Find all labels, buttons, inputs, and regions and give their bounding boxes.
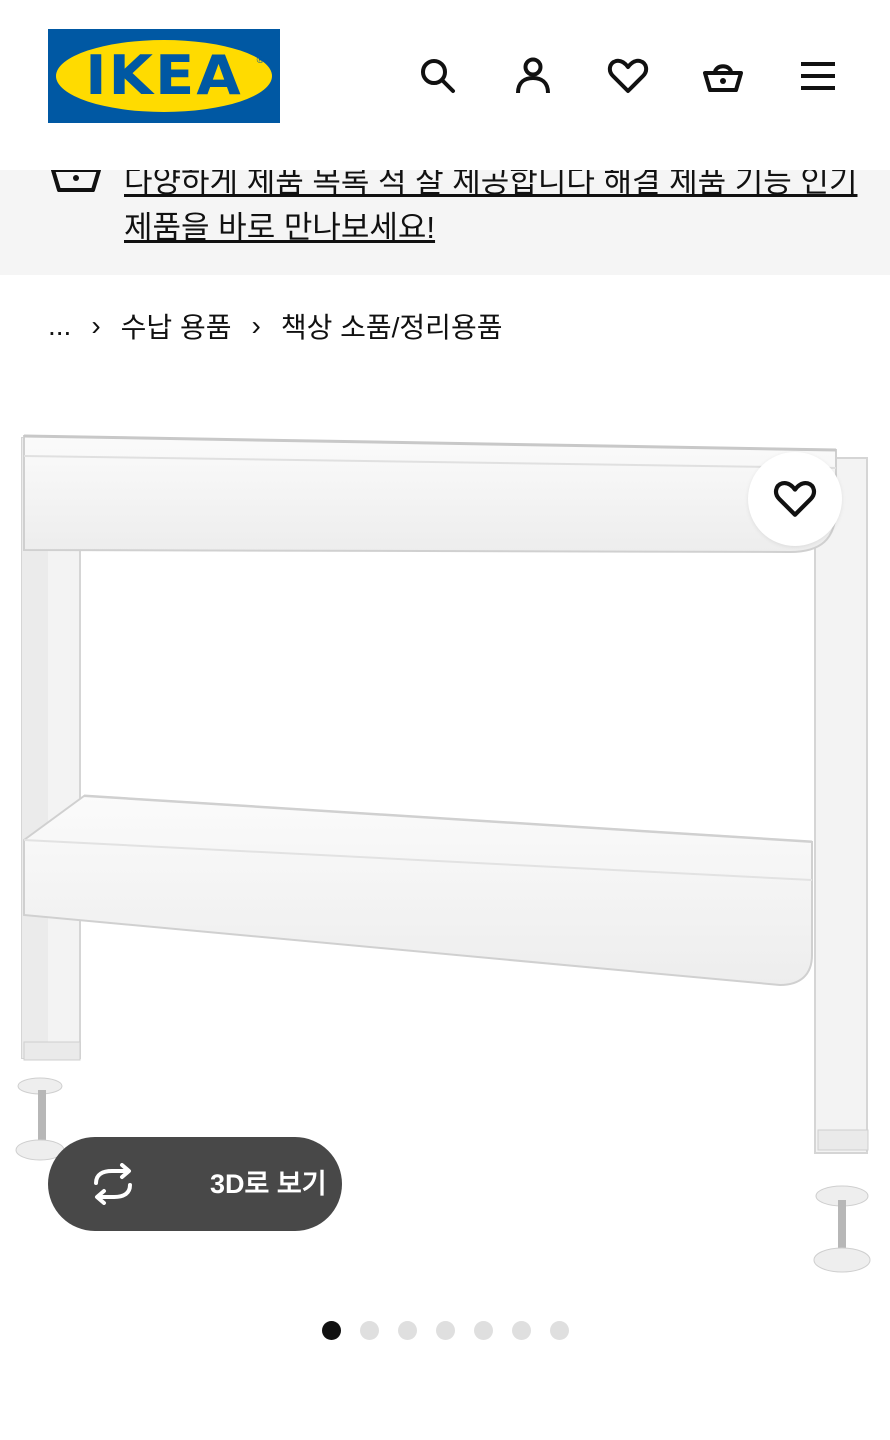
breadcrumb-ellipsis[interactable]: ...	[48, 310, 71, 342]
menu-icon	[801, 62, 835, 90]
heart-icon	[607, 58, 649, 93]
view-3d-button[interactable]: 3D로 보기	[48, 1137, 342, 1231]
promo-banner-text-line2[interactable]: 제품을 바로 만나보세요!	[124, 202, 435, 247]
gallery-dot[interactable]	[550, 1321, 569, 1340]
add-to-favorites-button[interactable]	[748, 452, 842, 546]
ikea-logo[interactable]: IKEA ®	[48, 29, 280, 123]
breadcrumb: ... › 수납 용품 › 책상 소품/정리용품	[48, 306, 502, 346]
search-icon	[421, 59, 455, 93]
logo-registered-mark: ®	[256, 55, 264, 66]
gallery-dot[interactable]	[398, 1321, 417, 1340]
promo-banner[interactable]: 다양하게 제품 목록 적 잘 제공합니다 해결 제품 기능 인기 제품을 바로 …	[0, 170, 890, 275]
chevron-right-icon: ›	[91, 310, 101, 341]
account-icon	[516, 57, 550, 94]
gallery-dot[interactable]	[322, 1321, 341, 1340]
basket-icon	[51, 170, 101, 192]
menu-button[interactable]	[792, 50, 844, 102]
gallery-dot[interactable]	[474, 1321, 493, 1340]
basket-icon	[703, 64, 743, 92]
logo-text: IKEA	[85, 44, 243, 107]
gallery-dot[interactable]	[436, 1321, 455, 1340]
gallery-dot[interactable]	[512, 1321, 531, 1340]
breadcrumb-item-storage[interactable]: 수납 용품	[121, 306, 232, 346]
cart-button[interactable]	[697, 50, 749, 102]
breadcrumb-item-desk-organizers[interactable]: 책상 소품/정리용품	[281, 306, 503, 346]
chevron-right-icon: ›	[251, 310, 261, 341]
gallery-pagination	[0, 1321, 890, 1341]
heart-icon	[773, 480, 817, 517]
rotate-3d-icon	[94, 1163, 132, 1205]
search-button[interactable]	[412, 50, 464, 102]
favorites-button[interactable]	[602, 50, 654, 102]
account-button[interactable]	[507, 50, 559, 102]
view-3d-label: 3D로 보기	[210, 1169, 327, 1199]
gallery-dot[interactable]	[360, 1321, 379, 1340]
site-header: IKEA ®	[0, 0, 890, 170]
promo-banner-text-line1[interactable]: 다양하게 제품 목록 적 잘 제공합니다 해결 제품 기능 인기	[124, 170, 857, 201]
